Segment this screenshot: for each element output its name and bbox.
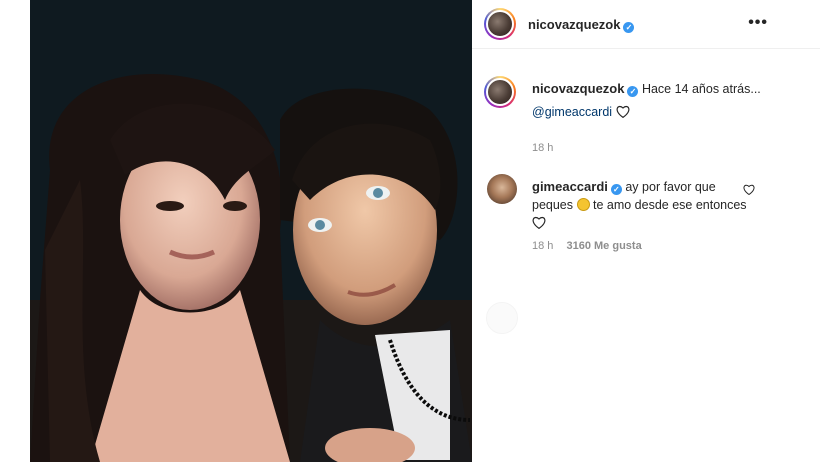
more-options-icon[interactable]: ••• [748, 14, 768, 32]
verified-badge-icon: ✓ [623, 22, 635, 33]
comment-block: gimeaccardi ✓ ay por favor que peques te … [532, 178, 752, 234]
heart-outline-icon [532, 216, 546, 234]
comment-text-part2: te amo desde ese entonces [592, 198, 747, 212]
photo-illustration [30, 0, 472, 462]
post-header: nicovazquezok ✓ ••• [472, 0, 820, 49]
comment-like-button[interactable] [743, 182, 755, 200]
comment-time: 18 h [532, 240, 554, 252]
post-side-panel: nicovazquezok ✓ ••• nicovazquezok ✓ Hace 1… [472, 0, 820, 462]
comment-author[interactable]: gimeaccardi [532, 179, 608, 194]
comment-meta: 18 h 3160 Me gusta [532, 240, 642, 252]
heart-outline-icon [616, 105, 630, 123]
loading-avatar-placeholder [486, 302, 518, 334]
author-name-row: nicovazquezok ✓ [528, 16, 635, 34]
verified-badge-icon: ✓ [610, 184, 622, 195]
verified-badge-icon: ✓ [627, 86, 639, 97]
author-avatar[interactable] [484, 8, 516, 40]
caption-text: Hace 14 años atrás... [641, 82, 761, 96]
post-photo[interactable] [30, 0, 472, 462]
caption-mention-link[interactable]: @gimeaccardi [532, 105, 612, 119]
comment-likes[interactable]: 3160 Me gusta [566, 240, 641, 252]
caption-time: 18 h [532, 142, 554, 154]
caption-author[interactable]: nicovazquezok [532, 81, 624, 96]
comment-avatar[interactable] [487, 174, 517, 204]
author-username[interactable]: nicovazquezok [528, 17, 620, 32]
caption-avatar[interactable] [484, 76, 516, 108]
pleading-face-emoji [576, 198, 590, 211]
caption-block: nicovazquezok ✓ Hace 14 años atrás... @gi… [532, 80, 802, 123]
